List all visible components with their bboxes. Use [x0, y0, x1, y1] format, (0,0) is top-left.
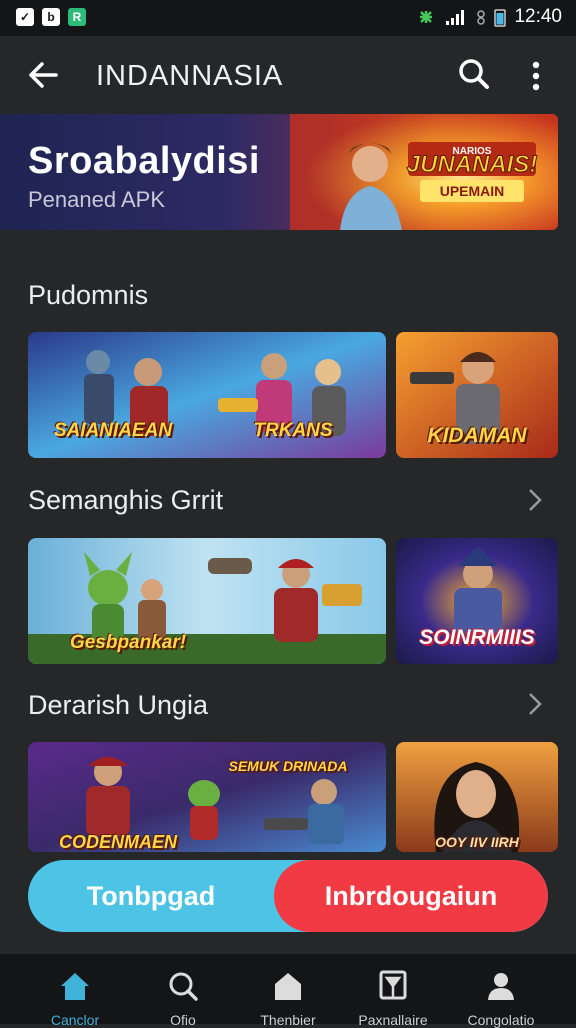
bookmark-icon — [379, 970, 407, 1000]
game-card-5-title: SOINRMIIIS — [419, 626, 535, 649]
nav-label-search: Ofio — [170, 1012, 196, 1028]
toggle-right-button[interactable]: Inbrdougaiun — [274, 860, 548, 932]
game-card-3-title: KIDAMAN — [427, 424, 527, 447]
game-card-6-title: CODENMAEN — [58, 832, 177, 852]
signal-icon — [446, 10, 465, 25]
section-title-2: Semanghis Grrit — [28, 485, 224, 515]
toggle-left-button[interactable]: Tonbpgad — [28, 860, 274, 932]
game-card-2-title: TRKANS — [253, 420, 333, 441]
banner-artwork: NARIOS JUNANAIS! UPEMAIN — [290, 114, 558, 230]
notification-icons: ✓ b R — [16, 8, 86, 26]
app-bar: INDANNASIA — [0, 36, 576, 114]
game-card-1-title: SAIANIAEAN — [53, 420, 173, 441]
section-title-3: Derarish Ungia — [28, 690, 209, 720]
nav-item-profile[interactable]: Congolatio — [443, 954, 559, 1028]
mode-toggle: Tonbpgad Inbrdougaiun — [28, 860, 548, 932]
game-card-4-title: Gesbpankar! — [69, 632, 187, 653]
hero-face — [352, 146, 388, 182]
clock: 12:40 — [514, 6, 562, 27]
nav-label-library: Paxnallaire — [358, 1012, 428, 1028]
game-card-5[interactable]: SOINRMIIIS — [396, 538, 558, 664]
store-notification-icon: R — [68, 8, 86, 26]
banner-art-title: JUNANAIS! — [407, 151, 538, 178]
page-title: INDANNASIA — [96, 60, 284, 92]
nav-item-store[interactable]: Thenbier — [230, 954, 346, 1028]
game-card-6[interactable]: CODENMAEN SEMUK DRINADA — [28, 742, 386, 852]
nav-label-store: Thenbier — [260, 1012, 316, 1028]
nav-label-profile: Congolatio — [467, 1012, 535, 1028]
game-card-8-title: OOY IIV IIRH — [435, 834, 519, 850]
nav-item-library[interactable]: Paxnallaire — [335, 954, 451, 1028]
app-notification-icon: b — [42, 8, 60, 26]
battery-icon — [494, 9, 507, 27]
system-icons: 12:40 — [416, 6, 562, 28]
banner-title: Sroabalydisi — [28, 140, 260, 182]
home-icon — [61, 973, 89, 1000]
chevron-right-icon[interactable] — [526, 690, 544, 718]
profile-icon — [488, 973, 514, 1000]
game-card-4[interactable]: Gesbpankar! — [28, 538, 386, 664]
nav-item-home[interactable]: Canclor — [17, 954, 133, 1028]
game-card-3[interactable]: KIDAMAN — [396, 332, 558, 458]
chevron-right-icon[interactable] — [526, 486, 544, 514]
more-options-icon[interactable] — [526, 58, 546, 94]
data-icon — [477, 10, 486, 25]
game-card-1[interactable]: SAIANIAEAN TRKANS — [28, 332, 386, 458]
banner-art-subtitle: UPEMAIN — [440, 183, 505, 199]
hero-banner[interactable]: Sroabalydisi Penaned APK NARIOS JUNANAIS… — [0, 114, 558, 230]
nav-item-search[interactable]: Ofio — [125, 954, 241, 1028]
nav-label-home: Canclor — [50, 1012, 100, 1028]
house-icon — [275, 973, 301, 1000]
bluetooth-icon — [420, 11, 433, 23]
download-notification-icon: ✓ — [16, 8, 34, 26]
search-icon[interactable] — [456, 56, 492, 92]
bottom-navigation: Canclor Ofio Thenbier Paxnallaire Congol… — [0, 954, 576, 1028]
back-arrow-icon[interactable] — [26, 58, 60, 92]
banner-subtitle: Penaned APK — [28, 187, 166, 212]
status-bar: ✓ b R 12:40 — [0, 0, 576, 36]
search-icon — [169, 972, 198, 1001]
section-title-1: Pudomnis — [28, 280, 149, 310]
game-card-7-title: SEMUK DRINADA — [228, 758, 348, 774]
game-card-8[interactable]: OOY IIV IIRH — [396, 742, 558, 852]
